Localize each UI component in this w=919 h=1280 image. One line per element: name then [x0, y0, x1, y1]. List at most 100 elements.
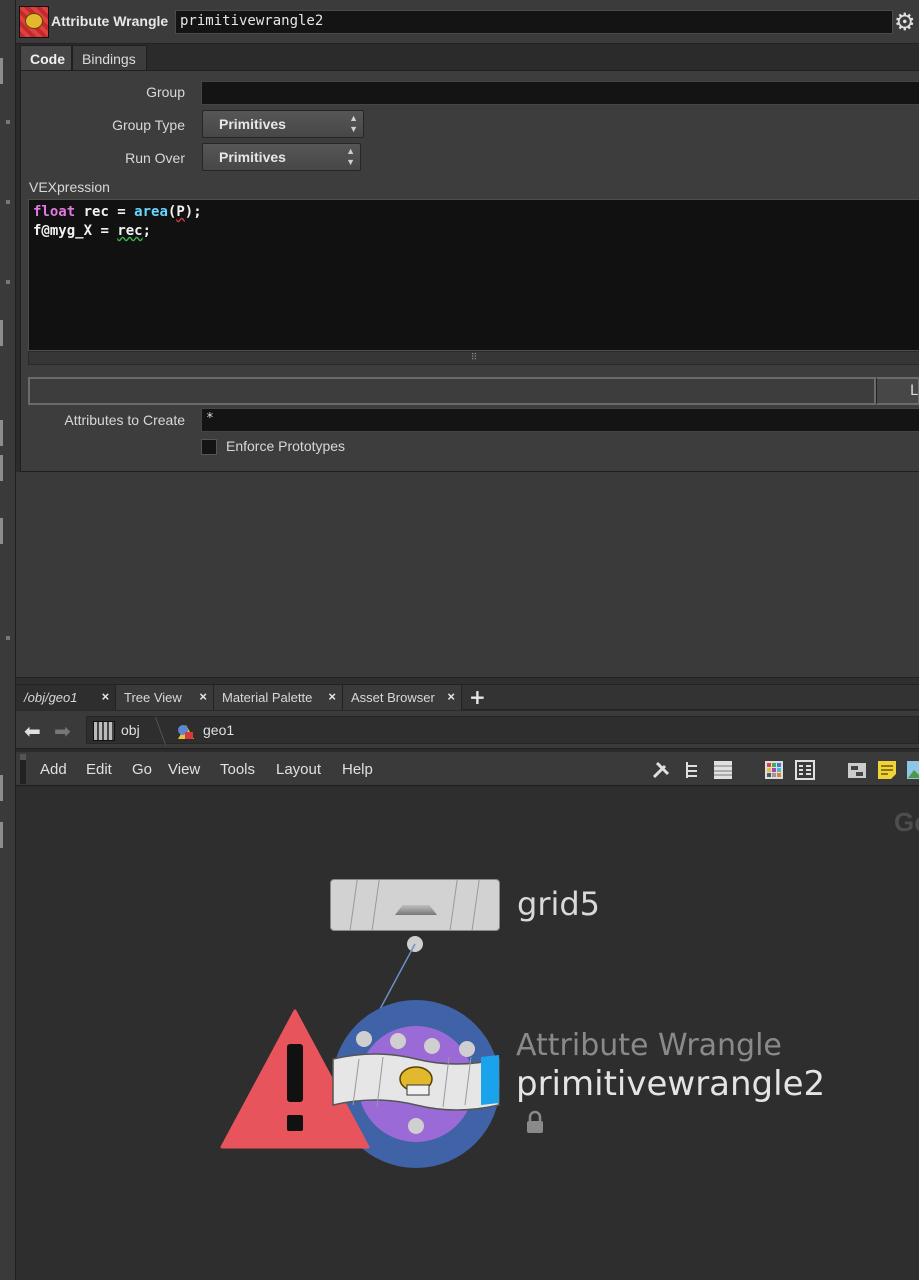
dock-dot [6, 200, 10, 204]
code-text: rec = [75, 204, 135, 220]
grid5-node[interactable] [330, 879, 500, 931]
library-button[interactable]: Li [876, 377, 919, 405]
grid-icon [395, 905, 437, 915]
parameter-header: Attribute Wrangle primitivewrangle2 ⚙ [16, 0, 919, 44]
tab-asset-browser[interactable]: Asset Browser × [343, 685, 462, 710]
run-over-label: Run Over [125, 150, 185, 166]
code-line: float rec = area(P); [33, 203, 915, 222]
attribute-wrangle-icon [19, 6, 49, 38]
back-arrow-icon[interactable]: ⬅ [24, 721, 41, 741]
palette-icon[interactable] [764, 760, 784, 780]
breadcrumb: obj geo1 [86, 716, 919, 745]
geo-object-icon [178, 725, 194, 739]
menu-help[interactable]: Help [342, 761, 373, 778]
run-over-value: Primitives [219, 149, 286, 165]
node-type-label: Attribute Wrangle [51, 13, 169, 29]
code-text: rec [117, 223, 143, 239]
tab-label: Asset Browser [351, 690, 435, 705]
vex-code-editor[interactable]: float rec = area(P); f@myg_X = rec; [28, 199, 919, 351]
attributes-to-create-label: Attributes to Create [64, 412, 185, 428]
breadcrumb-separator [143, 717, 167, 745]
wrangle-node-name[interactable]: primitivewrangle2 [516, 1064, 825, 1104]
updown-arrows-icon: ▲ ▼ [346, 146, 355, 167]
gear-icon[interactable]: ⚙ [894, 8, 916, 36]
group-input[interactable] [201, 81, 919, 105]
details-icon[interactable] [795, 760, 815, 780]
dock-dot [6, 280, 10, 284]
code-text: ; [142, 223, 152, 239]
network-icon[interactable] [847, 760, 867, 780]
breadcrumb-geo1[interactable]: geo1 [203, 722, 234, 738]
attributes-to-create-input[interactable]: * [201, 408, 919, 432]
code-text: f@myg_X [33, 223, 93, 239]
forward-arrow-icon[interactable]: ➡ [54, 721, 71, 741]
close-icon[interactable]: × [199, 689, 207, 704]
lock-icon[interactable] [525, 1110, 545, 1134]
tab-label: Material Palette [222, 690, 313, 705]
menu-layout[interactable]: Layout [276, 761, 321, 778]
enforce-prototypes-label: Enforce Prototypes [226, 438, 346, 454]
code-function: area [134, 204, 168, 220]
tab-label: /obj/geo1 [24, 690, 78, 705]
code-text: P [176, 204, 185, 220]
menu-add[interactable]: Add [40, 761, 67, 778]
network-context-label: Ge [894, 807, 919, 837]
pane-divider[interactable] [16, 677, 919, 685]
wrangle-node-type: Attribute Wrangle [516, 1028, 782, 1063]
dock-dot [6, 636, 10, 640]
network-menubar: Add Edit Go View Tools Layout Help [16, 752, 919, 786]
menu-edit[interactable]: Edit [86, 761, 112, 778]
dock-handle[interactable] [0, 518, 3, 544]
obj-network-icon [93, 721, 115, 741]
close-icon[interactable]: × [328, 689, 336, 704]
network-editor[interactable]: Ge grid5 Attribute Wrangle primitivewran… [16, 787, 919, 1280]
dock-handle[interactable] [0, 420, 3, 446]
tab-material-palette[interactable]: Material Palette × [214, 685, 343, 710]
vexpression-label: VEXpression [29, 179, 110, 195]
menu-go[interactable]: Go [132, 761, 152, 778]
group-label: Group [146, 84, 185, 100]
group-type-menu[interactable]: Primitives ▲ ▼ [202, 110, 364, 138]
tab-code[interactable]: Code [20, 45, 72, 71]
code-text: = [92, 223, 118, 239]
network-tab-bar: /obj/geo1 × Tree View × Material Palette × … [16, 685, 919, 710]
group-type-label: Group Type [112, 117, 185, 133]
tab-bindings[interactable]: Bindings [72, 45, 147, 71]
updown-arrows-icon: ▲ ▼ [349, 113, 358, 134]
menu-tools[interactable]: Tools [220, 761, 255, 778]
dock-handle[interactable] [0, 320, 3, 346]
tab-obj-geo1[interactable]: /obj/geo1 × [16, 685, 116, 710]
parameter-empty-area [16, 472, 919, 677]
sticky-note-icon[interactable] [877, 760, 897, 780]
add-tab-icon[interactable]: + [469, 685, 486, 709]
tools-icon[interactable] [651, 760, 671, 780]
close-icon[interactable]: × [101, 689, 109, 704]
editor-resize-grip[interactable]: ⠿ [28, 351, 919, 365]
code-text: ); [184, 204, 202, 220]
code-parameter-panel: Group Group Type Primitives ▲ ▼ Run Over … [20, 70, 919, 472]
group-type-value: Primitives [219, 116, 286, 132]
tab-tree-view[interactable]: Tree View × [116, 685, 214, 710]
path-bar: ⬅ ➡ obj geo1 [16, 711, 919, 749]
dock-handle[interactable] [0, 775, 3, 801]
tree-icon[interactable] [683, 760, 703, 780]
menubar-handle[interactable] [20, 754, 26, 784]
dock-handle[interactable] [0, 58, 3, 84]
breadcrumb-obj[interactable]: obj [121, 722, 140, 738]
code-line: f@myg_X = rec; [33, 222, 915, 241]
close-icon[interactable]: × [447, 689, 455, 704]
primitivewrangle2-node[interactable] [331, 1053, 501, 1111]
tab-label: Tree View [124, 690, 182, 705]
node-name-input[interactable]: primitivewrangle2 [175, 10, 893, 34]
dock-handle[interactable] [0, 822, 3, 848]
dock-handle[interactable] [0, 455, 3, 481]
grid5-node-name[interactable]: grid5 [517, 885, 600, 923]
run-over-menu[interactable]: Primitives ▲ ▼ [202, 143, 361, 171]
image-icon[interactable] [906, 760, 919, 780]
dock-dot [6, 120, 10, 124]
list-icon[interactable] [713, 760, 733, 780]
menu-view[interactable]: View [168, 761, 200, 778]
snippet-bar[interactable] [28, 377, 876, 405]
enforce-prototypes-checkbox[interactable] [201, 439, 217, 455]
code-keyword: float [33, 204, 76, 220]
